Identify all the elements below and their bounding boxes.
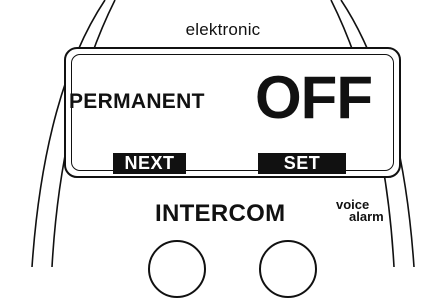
display-mode-value: OFF — [255, 64, 373, 131]
set-hardware-button[interactable] — [259, 240, 317, 298]
next-softkey-label: NEXT — [113, 153, 186, 174]
next-hardware-button[interactable] — [148, 240, 206, 298]
intercom-device-panel: elektronic PERMANENT OFF NEXT SET INTERC… — [0, 0, 446, 298]
set-softkey-label: SET — [258, 153, 346, 174]
brand-label: elektronic — [185, 20, 261, 39]
product-tag-alarm: alarm — [349, 209, 384, 224]
product-name: INTERCOM — [155, 200, 286, 227]
display-mode-label: PERMANENT — [69, 90, 205, 113]
